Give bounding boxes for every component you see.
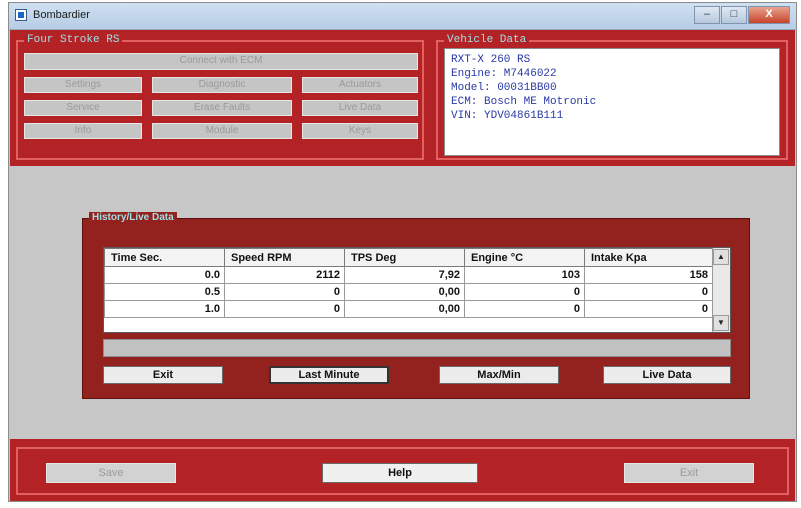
scroll-down-icon[interactable]: ▼ — [713, 315, 729, 331]
save-button[interactable]: Save — [46, 463, 176, 483]
cell: 0,00 — [344, 283, 465, 301]
cell: 158 — [584, 266, 713, 284]
vehicle-data-title: Vehicle Data — [444, 34, 530, 47]
bottom-panel: Save Help Exit — [10, 439, 795, 501]
max-min-button[interactable]: Max/Min — [439, 366, 559, 384]
vehicle-engine-line: Engine: M7446022 — [451, 68, 557, 80]
vehicle-vin-line: VIN: YDV04861B111 — [451, 110, 564, 122]
minimize-button[interactable]: – — [694, 6, 720, 24]
last-minute-button[interactable]: Last Minute — [269, 366, 389, 384]
history-live-data-panel: History/Live Data Time Sec. Speed RPM TP… — [82, 212, 750, 399]
service-button[interactable]: Service — [24, 100, 142, 116]
app-icon — [15, 9, 27, 21]
help-button[interactable]: Help — [322, 463, 478, 483]
table-row[interactable]: 0.5 0 0,00 0 0 — [104, 283, 713, 301]
cell: 0 — [584, 283, 713, 301]
col-tps: TPS Deg — [344, 248, 465, 267]
cell: 0 — [584, 300, 713, 318]
vehicle-data-group: Vehicle Data RXT-X 260 RS Engine: M74460… — [436, 34, 788, 160]
bottom-button-group: Save Help Exit — [16, 447, 789, 495]
live-data-button[interactable]: Live Data — [302, 100, 418, 116]
scroll-up-icon[interactable]: ▲ — [713, 249, 729, 265]
four-stroke-group: Four Stroke RS Connect with ECM Settings… — [16, 34, 424, 160]
cell: 0 — [464, 283, 585, 301]
connect-ecm-button[interactable]: Connect with ECM — [24, 53, 418, 70]
cell: 0 — [464, 300, 585, 318]
actuators-button[interactable]: Actuators — [302, 77, 418, 93]
app-window: Bombardier – □ X Four Stroke RS Connect … — [8, 2, 797, 502]
keys-button[interactable]: Keys — [302, 123, 418, 139]
vehicle-model-code-line: Model: 00031BB00 — [451, 82, 557, 94]
cell: 1.0 — [104, 300, 225, 318]
settings-button[interactable]: Settings — [24, 77, 142, 93]
vehicle-data-box: RXT-X 260 RS Engine: M7446022 Model: 000… — [444, 48, 780, 156]
status-bar — [103, 339, 731, 357]
table-row[interactable]: 0.0 2112 7,92 103 158 — [104, 266, 713, 284]
module-button[interactable]: Module — [152, 123, 292, 139]
history-live-data-button[interactable]: Live Data — [603, 366, 731, 384]
cell: 0.0 — [104, 266, 225, 284]
top-panel: Four Stroke RS Connect with ECM Settings… — [10, 30, 795, 166]
col-engine-temp: Engine °C — [464, 248, 585, 267]
window-title: Bombardier — [33, 9, 90, 21]
cell: 0,00 — [344, 300, 465, 318]
vehicle-ecm-line: ECM: Bosch ME Motronic — [451, 96, 597, 108]
diagnostic-button[interactable]: Diagnostic — [152, 77, 292, 93]
cell: 0 — [224, 283, 345, 301]
erase-faults-button[interactable]: Erase Faults — [152, 100, 292, 116]
live-data-table: Time Sec. Speed RPM TPS Deg Engine °C In… — [104, 248, 713, 318]
cell: 7,92 — [344, 266, 465, 284]
history-title: History/Live Data — [89, 212, 177, 224]
four-stroke-title: Four Stroke RS — [24, 34, 123, 47]
vehicle-model-line: RXT-X 260 RS — [451, 54, 531, 66]
table-scrollbar[interactable]: ▲ ▼ — [712, 248, 730, 332]
info-button[interactable]: Info — [24, 123, 142, 139]
window-controls: – □ X — [694, 6, 790, 24]
cell: 103 — [464, 266, 585, 284]
col-speed: Speed RPM — [224, 248, 345, 267]
data-table[interactable]: Time Sec. Speed RPM TPS Deg Engine °C In… — [103, 247, 731, 333]
cell: 0 — [224, 300, 345, 318]
table-header-row: Time Sec. Speed RPM TPS Deg Engine °C In… — [104, 248, 713, 267]
history-exit-button[interactable]: Exit — [103, 366, 223, 384]
cell: 0.5 — [104, 283, 225, 301]
maximize-button[interactable]: □ — [721, 6, 747, 24]
exit-button[interactable]: Exit — [624, 463, 754, 483]
col-time: Time Sec. — [104, 248, 225, 267]
close-button[interactable]: X — [748, 6, 790, 24]
col-intake: Intake Kpa — [584, 248, 713, 267]
title-bar[interactable]: Bombardier – □ X — [9, 3, 796, 30]
cell: 2112 — [224, 266, 345, 284]
table-row[interactable]: 1.0 0 0,00 0 0 — [104, 300, 713, 318]
